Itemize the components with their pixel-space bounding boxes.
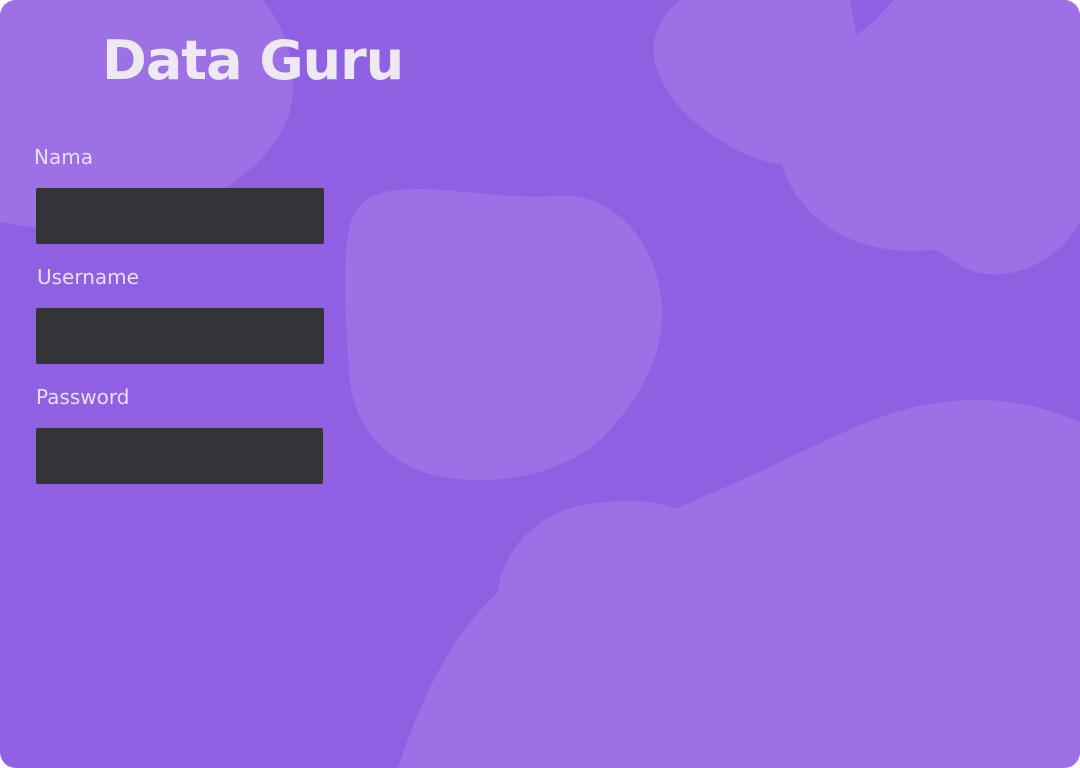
blob-center — [345, 188, 662, 481]
nama-label: Nama — [34, 145, 93, 169]
nama-input[interactable] — [36, 188, 324, 244]
password-input[interactable] — [36, 428, 323, 484]
username-label: Username — [37, 265, 139, 289]
app-window: Data Guru Nama Username Password — [0, 0, 1080, 768]
background-blobs — [0, 0, 1080, 768]
page-title: Data Guru — [102, 29, 404, 92]
password-label: Password — [36, 385, 130, 409]
username-input[interactable] — [36, 308, 324, 364]
